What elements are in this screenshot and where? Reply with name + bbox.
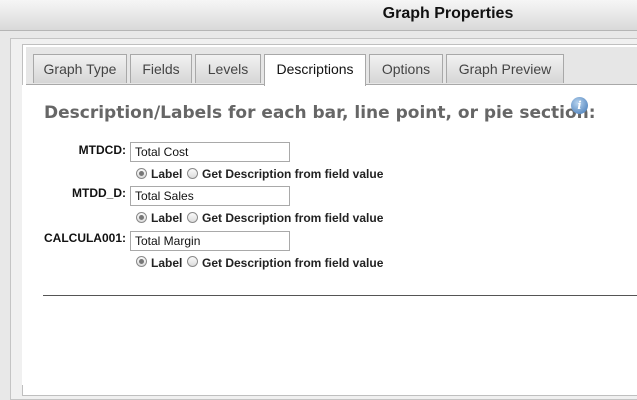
description-input-calcula001[interactable] <box>130 231 290 251</box>
label-radio-mtdcd[interactable] <box>136 168 147 179</box>
label-radio-text: Label <box>151 256 183 270</box>
label-radio-calcula001[interactable] <box>136 256 147 267</box>
label-radio-text: Label <box>151 211 183 225</box>
tab-fields[interactable]: Fields <box>130 54 192 83</box>
field-value-radio-text: Get Description from field value <box>202 211 384 225</box>
tab-graph-preview[interactable]: Graph Preview <box>446 54 564 83</box>
label-radio-mtdd-d[interactable] <box>136 212 147 223</box>
description-input-mtdcd[interactable] <box>130 142 290 162</box>
tab-options[interactable]: Options <box>369 54 443 83</box>
tab-levels[interactable]: Levels <box>195 54 261 83</box>
tab-descriptions[interactable]: Descriptions <box>264 54 366 86</box>
description-input-mtdd-d[interactable] <box>130 186 290 206</box>
field-value-radio-calcula001[interactable] <box>187 256 198 267</box>
field-label-calcula001: CALCULA001: <box>43 231 126 245</box>
label-radio-text: Label <box>151 167 183 181</box>
field-label-mtdcd: MTDCD: <box>78 143 126 157</box>
field-value-radio-mtdcd[interactable] <box>187 168 198 179</box>
field-value-radio-mtdd-d[interactable] <box>187 212 198 223</box>
section-divider <box>43 295 637 296</box>
field-label-mtdd-d: MTDD_D: <box>72 186 126 200</box>
info-icon[interactable]: i <box>571 97 588 114</box>
title-bar: Graph Properties <box>0 0 637 31</box>
descriptions-heading: Description/Labels for each bar, line po… <box>44 103 596 123</box>
field-value-radio-text: Get Description from field value <box>202 167 384 181</box>
window-title: Graph Properties <box>382 5 514 22</box>
tab-graph-type[interactable]: Graph Type <box>33 54 127 83</box>
field-value-radio-text: Get Description from field value <box>202 256 384 270</box>
